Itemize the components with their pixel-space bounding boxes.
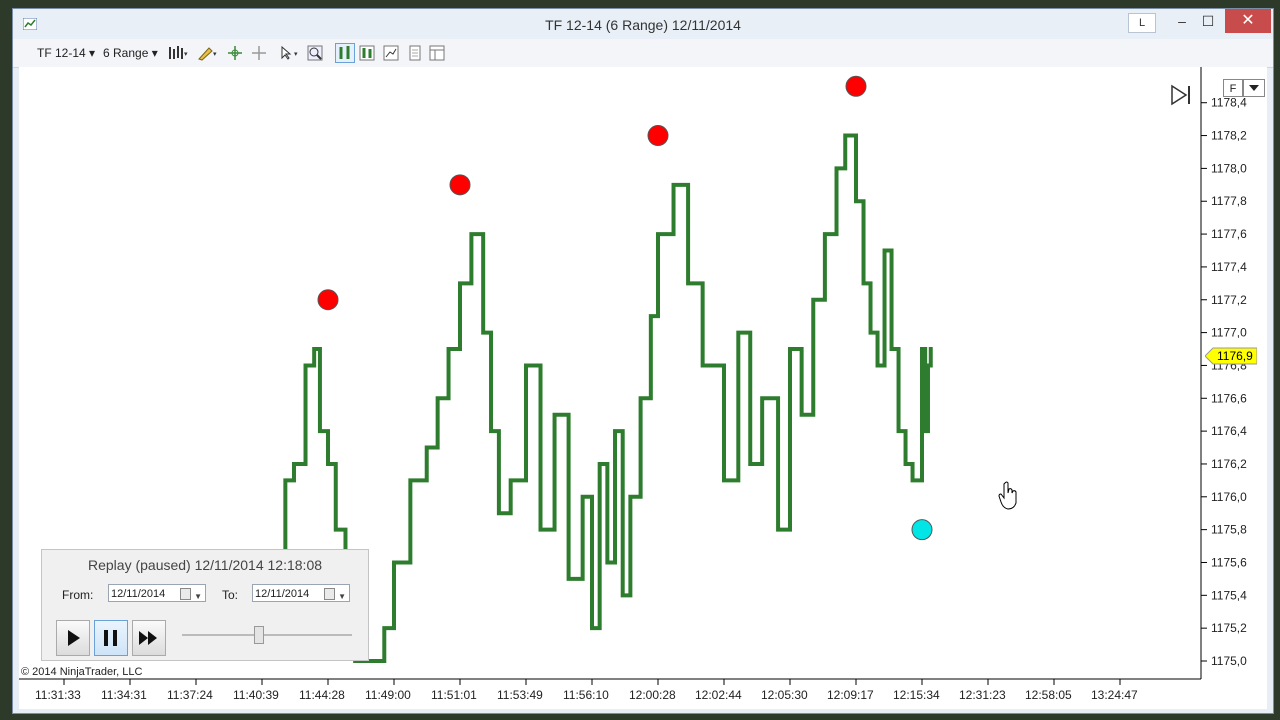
- swing-high-marker: [317, 289, 339, 311]
- layout-button[interactable]: L: [1128, 13, 1156, 33]
- x-tick-label: 12:31:23: [959, 688, 1006, 702]
- to-date-value: 12/11/2014: [255, 588, 310, 600]
- instrument-selector[interactable]: TF 12-14 ▾: [37, 46, 95, 60]
- y-tick-label: 1176,2: [1211, 457, 1247, 471]
- x-tick-label: 11:34:31: [101, 688, 147, 702]
- x-tick-label: 12:58:05: [1025, 688, 1072, 702]
- chart-toolbar: TF 12-14 ▾ 6 Range ▾ ▾ ▾ ▾: [13, 39, 1273, 68]
- last-price-label: 1176,9: [1217, 349, 1253, 363]
- bars-type-icon[interactable]: ▾: [167, 45, 189, 61]
- chart-window: TF 12-14 (6 Range) 12/11/2014 L ‒ ☐ ✕ TF…: [12, 8, 1274, 714]
- swing-high-marker: [449, 174, 471, 196]
- svg-text:▾: ▾: [294, 51, 298, 58]
- x-tick-label: 11:31:33: [35, 688, 81, 702]
- x-tick-label: 13:24:47: [1091, 688, 1138, 702]
- swing-high-marker: [647, 125, 669, 147]
- y-tick-label: 1175,6: [1211, 555, 1247, 569]
- indicators-icon[interactable]: [359, 45, 375, 61]
- fast-forward-button[interactable]: [132, 620, 166, 656]
- y-tick-label: 1175,8: [1211, 523, 1247, 537]
- y-tick-label: 1175,4: [1211, 588, 1247, 602]
- f-button[interactable]: F: [1223, 79, 1243, 97]
- hand-cursor-icon: [998, 481, 1017, 510]
- x-tick-label: 12:02:44: [695, 688, 742, 702]
- replay-status-title: Replay (paused) 12/11/2014 12:18:08: [87, 557, 323, 573]
- x-tick-label: 11:51:01: [431, 688, 477, 702]
- crosshair-icon[interactable]: [227, 45, 243, 61]
- strategies-icon[interactable]: [383, 45, 399, 61]
- period-selector[interactable]: 6 Range ▾: [103, 46, 158, 60]
- chevron-down-icon[interactable]: ▼: [338, 588, 346, 606]
- y-tick-label: 1177,8: [1211, 194, 1247, 208]
- replay-panel: Replay (paused) 12/11/2014 12:18:08 From…: [41, 549, 369, 661]
- play-button[interactable]: [56, 620, 90, 656]
- close-button[interactable]: ✕: [1225, 9, 1271, 33]
- maximize-button[interactable]: ☐: [1195, 9, 1221, 33]
- swing-high-marker: [845, 75, 867, 97]
- to-label: To:: [222, 588, 239, 602]
- x-tick-label: 11:56:10: [563, 688, 609, 702]
- y-tick-label: 1176,6: [1211, 391, 1247, 405]
- y-tick-label: 1177,4: [1211, 260, 1247, 274]
- x-tick-label: 11:40:39: [233, 688, 279, 702]
- y-tick-label: 1175,2: [1211, 621, 1247, 635]
- x-tick-label: 11:37:24: [167, 688, 213, 702]
- calendar-icon[interactable]: [180, 588, 191, 600]
- x-tick-label: 11:44:28: [299, 688, 345, 702]
- pointer-icon[interactable]: ▾: [279, 45, 301, 61]
- x-tick-label: 12:05:30: [761, 688, 808, 702]
- pause-button[interactable]: [94, 620, 128, 656]
- skip-to-end-icon[interactable]: [1169, 83, 1193, 107]
- svg-text:▾: ▾: [184, 51, 188, 58]
- properties-icon[interactable]: [429, 45, 445, 61]
- to-date-picker[interactable]: 12/11/2014 ▼: [252, 584, 350, 602]
- chart-style-icon[interactable]: [335, 43, 355, 63]
- x-tick-label: 12:00:28: [629, 688, 676, 702]
- y-tick-label: 1176,4: [1211, 424, 1247, 438]
- minimize-button[interactable]: ‒: [1169, 9, 1195, 33]
- y-tick-label: 1176,0: [1211, 490, 1247, 504]
- y-tick-label: 1177,2: [1211, 293, 1247, 307]
- global-crosshair-icon[interactable]: [251, 45, 267, 61]
- title-bar[interactable]: TF 12-14 (6 Range) 12/11/2014 L ‒ ☐ ✕: [13, 9, 1273, 39]
- copyright-text: © 2014 NinjaTrader, LLC: [21, 666, 143, 678]
- chart-options-dropdown[interactable]: [1243, 79, 1265, 97]
- y-tick-label: 1175,0: [1211, 654, 1247, 668]
- zoom-icon[interactable]: [307, 45, 323, 61]
- calendar-icon[interactable]: [324, 588, 335, 600]
- window-title: TF 12-14 (6 Range) 12/11/2014: [545, 17, 741, 33]
- x-tick-label: 12:09:17: [827, 688, 874, 702]
- chevron-down-icon: [1249, 85, 1259, 91]
- replay-speed-slider[interactable]: [254, 626, 264, 644]
- y-tick-label: 1177,0: [1211, 326, 1247, 340]
- from-label: From:: [62, 588, 94, 602]
- fast-forward-icon: [139, 631, 157, 645]
- x-tick-label: 11:49:00: [365, 688, 411, 702]
- y-tick-label: 1177,6: [1211, 227, 1247, 241]
- chevron-down-icon[interactable]: ▼: [194, 588, 202, 606]
- swing-low-marker: [911, 519, 933, 541]
- x-tick-label: 11:53:49: [497, 688, 543, 702]
- drawing-pencil-icon[interactable]: ▾: [197, 45, 219, 61]
- y-tick-label: 1178,0: [1211, 161, 1247, 175]
- svg-text:▾: ▾: [213, 51, 217, 58]
- y-tick-label: 1178,2: [1211, 129, 1247, 143]
- from-date-value: 12/11/2014: [111, 588, 166, 600]
- data-box-icon[interactable]: [407, 45, 423, 61]
- pause-icon: [104, 630, 117, 646]
- play-icon: [68, 630, 80, 646]
- x-tick-label: 12:15:34: [893, 688, 940, 702]
- replay-speed-track[interactable]: [182, 634, 352, 636]
- from-date-picker[interactable]: 12/11/2014 ▼: [108, 584, 206, 602]
